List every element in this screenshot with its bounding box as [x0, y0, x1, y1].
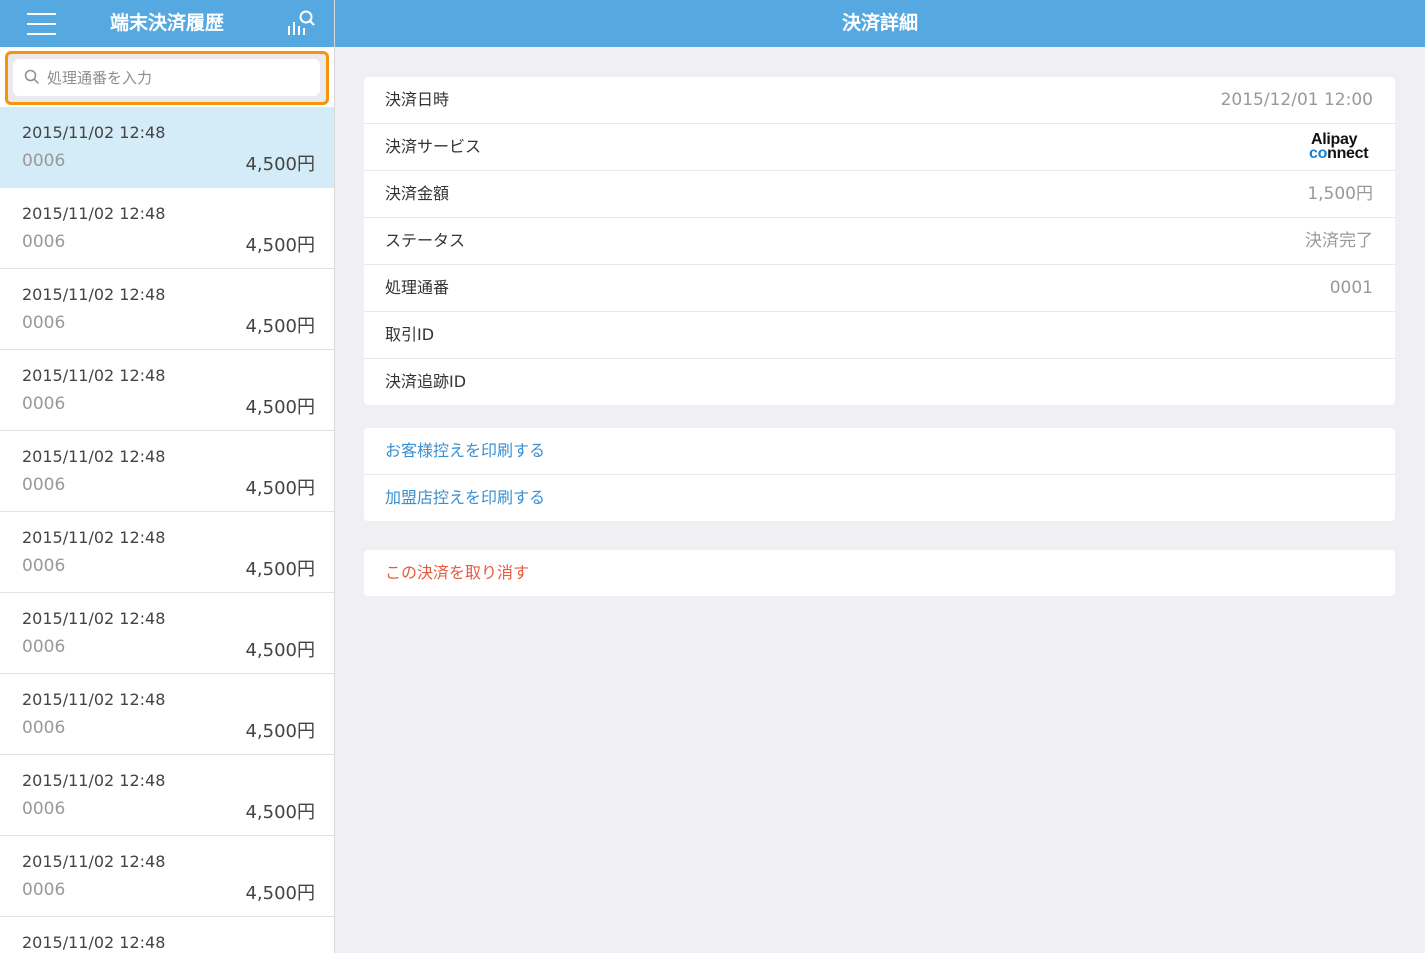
list-item[interactable]: 2015/11/02 12:48 0006 4,500円: [0, 836, 334, 917]
detail-value: 1,500円: [1307, 184, 1373, 204]
list-item[interactable]: 2015/11/02 12:48 0006 4,500円: [0, 269, 334, 350]
list-item-number: 0006: [22, 394, 66, 414]
list-item-date: 2015/11/02 12:48: [22, 771, 166, 790]
list-item[interactable]: 2015/11/02 12:48 0006 4,500円: [0, 188, 334, 269]
detail-row-datetime: 決済日時 2015/12/01 12:00: [364, 77, 1395, 124]
detail-row-tracking-id: 決済追跡ID: [364, 359, 1395, 405]
list-item-date: 2015/11/02 12:48: [22, 204, 166, 223]
detail-label: 処理通番: [385, 278, 450, 297]
status-value: 決済完了: [1305, 231, 1373, 251]
list-item-date: 2015/11/02 12:48: [22, 366, 166, 385]
cancel-actions-card: この決済を取り消す: [364, 550, 1395, 596]
list-item[interactable]: 2015/11/02 12:48: [0, 917, 334, 953]
list-item-date: 2015/11/02 12:48: [22, 447, 166, 466]
app: 端末決済履歴 2015/11/02 12:48: [0, 0, 1425, 953]
detail-label: 決済金額: [385, 184, 450, 203]
list-item-date: 2015/11/02 12:48: [22, 933, 166, 952]
sidebar-title: 端末決済履歴: [109, 12, 224, 34]
print-merchant-copy-button[interactable]: 加盟店控えを印刷する: [364, 475, 1395, 521]
list-item-amount: 4,500円: [245, 721, 315, 742]
list-item[interactable]: 2015/11/02 12:48 0006 4,500円: [0, 431, 334, 512]
list-item-date: 2015/11/02 12:48: [22, 528, 166, 547]
list-item-number: 0006: [22, 475, 66, 495]
list-item-number: 0006: [22, 232, 66, 252]
list-item-amount: 4,500円: [245, 316, 315, 337]
list-item-amount: 4,500円: [245, 640, 315, 661]
list-item[interactable]: 2015/11/02 12:48 0006 4,500円: [0, 107, 334, 188]
list-item-number: 0006: [22, 313, 66, 333]
cancel-payment-label: この決済を取り消す: [385, 563, 530, 582]
print-customer-copy-label: お客様控えを印刷する: [385, 441, 546, 460]
list-item-number: 0006: [22, 556, 66, 576]
list-item[interactable]: 2015/11/02 12:48 0006 4,500円: [0, 512, 334, 593]
list-item[interactable]: 2015/11/02 12:48 0006 4,500円: [0, 593, 334, 674]
detail-row-amount: 決済金額 1,500円: [364, 171, 1395, 218]
search-highlight: [5, 51, 329, 105]
print-merchant-copy-label: 加盟店控えを印刷する: [385, 488, 546, 507]
payment-history-list: 2015/11/02 12:48 0006 4,500円 2015/11/02 …: [0, 107, 334, 953]
detail-row-status: ステータス 決済完了: [364, 218, 1395, 265]
list-item-number: 0006: [22, 880, 66, 900]
list-item-amount: 4,500円: [245, 802, 315, 823]
hamburger-menu-icon[interactable]: [27, 12, 57, 36]
list-item-amount: 4,500円: [245, 397, 315, 418]
list-item-date: 2015/11/02 12:48: [22, 123, 166, 142]
detail-label: 決済日時: [385, 90, 450, 109]
list-item-amount: 4,500円: [245, 478, 315, 499]
detail-row-process-no: 処理通番 0001: [364, 265, 1395, 312]
list-item-date: 2015/11/02 12:48: [22, 285, 166, 304]
cancel-payment-button[interactable]: この決済を取り消す: [364, 550, 1395, 596]
list-item-number: 0006: [22, 637, 66, 657]
list-item[interactable]: 2015/11/02 12:48 0006 4,500円: [0, 755, 334, 836]
search-filter-icon[interactable]: [286, 9, 316, 39]
list-item-number: 0006: [22, 151, 66, 171]
list-item-number: 0006: [22, 718, 66, 738]
list-item-amount: 4,500円: [245, 235, 315, 256]
print-customer-copy-button[interactable]: お客様控えを印刷する: [364, 428, 1395, 475]
search-input[interactable]: [47, 59, 312, 96]
sidebar: 端末決済履歴 2015/11/02 12:48: [0, 0, 335, 953]
print-actions-card: お客様控えを印刷する 加盟店控えを印刷する: [364, 428, 1395, 521]
detail-label: 決済追跡ID: [385, 372, 467, 391]
list-item-amount: 4,500円: [245, 154, 315, 175]
list-item[interactable]: 2015/11/02 12:48 0006 4,500円: [0, 674, 334, 755]
detail-row-transaction-id: 取引ID: [364, 312, 1395, 359]
list-item[interactable]: 2015/11/02 12:48 0006 4,500円: [0, 350, 334, 431]
list-item-amount: 4,500円: [245, 559, 315, 580]
detail-label: ステータス: [385, 231, 466, 250]
detail-value: 2015/12/01 12:00: [1220, 90, 1373, 110]
detail-label: 決済サービス: [385, 137, 482, 156]
list-item-date: 2015/11/02 12:48: [22, 690, 166, 709]
detail-value: 0001: [1329, 278, 1373, 298]
detail-pane: 決済詳細 決済日時 2015/12/01 12:00 決済サービス Alipay…: [335, 0, 1425, 953]
detail-row-service: 決済サービス Alipay connect: [364, 124, 1395, 171]
sidebar-header: 端末決済履歴: [0, 0, 334, 47]
search-field: [13, 59, 320, 96]
payment-detail-card: 決済日時 2015/12/01 12:00 決済サービス Alipay conn…: [364, 77, 1395, 405]
detail-label: 取引ID: [385, 325, 435, 344]
list-item-amount: 4,500円: [245, 883, 315, 904]
search-icon: [24, 69, 40, 85]
page-title: 決済詳細: [335, 0, 1425, 47]
alipay-connect-logo: Alipay connect: [1309, 131, 1369, 162]
list-item-number: 0006: [22, 799, 66, 819]
list-item-date: 2015/11/02 12:48: [22, 852, 166, 871]
list-item-date: 2015/11/02 12:48: [22, 609, 166, 628]
